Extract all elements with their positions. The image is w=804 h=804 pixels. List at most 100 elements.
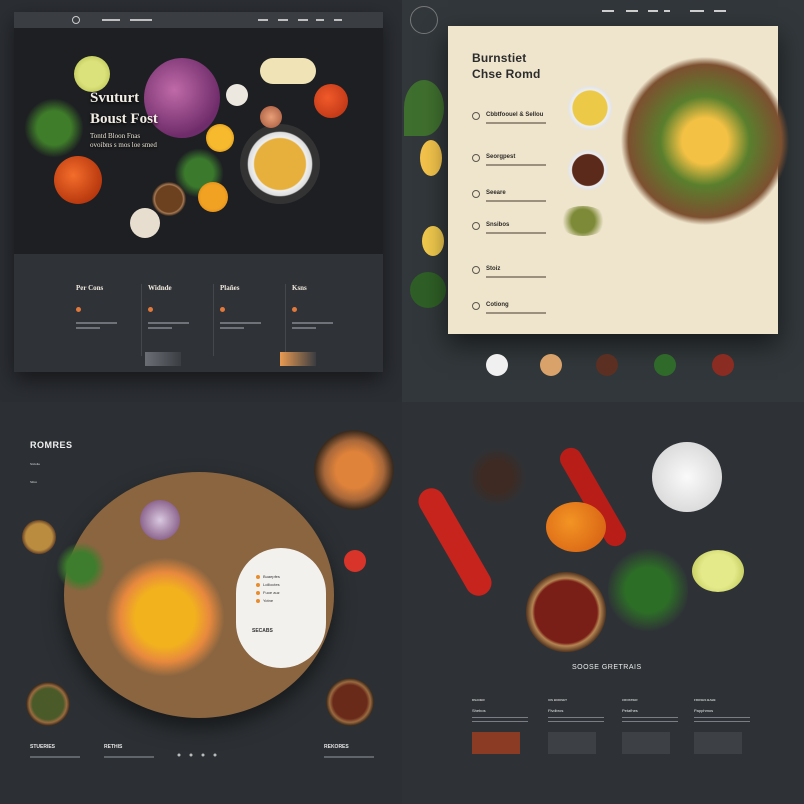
footer-column: CROSTIER Petafhes [622, 698, 692, 754]
garlic-image [226, 84, 248, 106]
panel-item-label: Buaepfes [263, 574, 280, 579]
spoon-icon [472, 112, 480, 120]
pepper-image [546, 502, 606, 552]
bullet-icon [148, 307, 153, 313]
pepper-powder-image [462, 442, 532, 512]
column-heading: CROSTIER [622, 698, 638, 702]
text-box[interactable] [622, 732, 670, 754]
ingredient-icon[interactable] [596, 354, 618, 376]
top-nav[interactable] [602, 8, 792, 14]
feature-column: Widnde [148, 284, 214, 356]
mockup-1: Svuturt Boust Fost Tontd Bloon Fnas ovoi… [0, 0, 402, 402]
tomato-image [344, 550, 366, 572]
spoon-icon [472, 190, 480, 198]
spice-bowl-image [526, 572, 606, 652]
footer-heading: RETHIS [104, 744, 123, 750]
text-line [220, 322, 262, 324]
nav-links[interactable] [102, 17, 232, 23]
column-title: Per Cons [76, 284, 104, 292]
side-link[interactable]: Stctolte [30, 462, 40, 466]
info-panel: Buaepfes Lollioctes Fuoe auz Yotne SECAB… [236, 548, 326, 668]
leaf-image [404, 80, 444, 136]
pagination-dots[interactable] [176, 752, 236, 758]
footer-heading: STUERIES [30, 744, 56, 750]
cta-button[interactable] [145, 352, 181, 366]
panel-item[interactable]: Yotne [256, 598, 273, 603]
column-text: Flvdbros [548, 708, 564, 713]
bullet-icon [256, 574, 260, 579]
card-title-line2: Chse Romd [472, 67, 541, 81]
hero-subtitle: Tontd Bloon Fnas ovoibns s mos loe smed [90, 132, 157, 150]
panel-item[interactable]: Buaepfes [256, 574, 280, 579]
spoon-icon [472, 266, 480, 274]
item-label: Seeare [486, 190, 506, 196]
onion-image [260, 106, 282, 128]
feature-column: Plañes [220, 284, 286, 356]
column-title: Widnde [148, 284, 172, 292]
salt-image [652, 442, 722, 512]
squash-image [260, 58, 316, 84]
sauce-bowl-image [568, 86, 612, 130]
spice-bowl-image [22, 520, 56, 554]
pepper-image [314, 84, 348, 118]
logo-icon[interactable] [72, 16, 80, 24]
lemon-image [206, 124, 234, 152]
spoon-icon [472, 302, 480, 310]
mockup-4: SOOSE GRETRAIS DSANER Shebos UIS BUDISET… [402, 402, 804, 804]
text-box[interactable] [694, 732, 742, 754]
item-label: Cotiong [486, 302, 509, 308]
bowl-image [310, 430, 398, 510]
column-title: Ksns [292, 284, 307, 292]
ingredient-icon[interactable] [486, 354, 508, 376]
board-image [620, 46, 790, 236]
panel-item[interactable]: Fuoe auz [256, 590, 280, 595]
page-title: ROMRES [30, 440, 73, 450]
text-line [148, 322, 190, 324]
hero-title-line1: Svuturt [90, 90, 140, 106]
panel-heading: SECABS [252, 628, 273, 634]
text-line [76, 327, 100, 329]
footer-heading: REKORES [324, 744, 349, 750]
column-heading: DSANER [472, 698, 485, 702]
footer-column: FROSES BABE Papphmos [694, 698, 764, 754]
recipe-card: Burnstiet Chse Romd Cbbtfoouel & Sellou … [448, 26, 790, 334]
bullet-icon [256, 582, 260, 587]
spice-bowl-image [152, 182, 186, 216]
column-heading: UIS BUDISET [548, 698, 568, 702]
feature-column: Ksns [292, 284, 357, 356]
tomato-image [54, 156, 102, 204]
ingredient-icon[interactable] [712, 354, 734, 376]
herbs-image [558, 206, 608, 236]
bowl-image [240, 124, 320, 204]
ingredient-icon[interactable] [540, 354, 562, 376]
lemon-image-2 [422, 226, 444, 256]
hero-title-line2: Boust Fost [90, 111, 158, 127]
card-title-line1: Burnstiet [472, 51, 527, 65]
text-line [30, 756, 80, 758]
text-line [104, 756, 154, 758]
hero-image: Svuturt Boust Fost Tontd Bloon Fnas ovoi… [14, 28, 383, 254]
section-headline: SOOSE GRETRAIS [572, 664, 642, 671]
item-label: Snsibos [486, 222, 510, 228]
panel-item[interactable]: Lollioctes [256, 582, 280, 587]
hero-sub-line1: Tontd Bloon Fnas [90, 132, 141, 140]
cta-button-accent[interactable] [280, 352, 316, 366]
text-box[interactable] [548, 732, 596, 754]
nav-links-right[interactable] [258, 17, 368, 23]
feature-column: Per Cons [76, 284, 142, 356]
basil-image [608, 540, 688, 640]
ingredient-icon[interactable] [654, 354, 676, 376]
column-text: Petafhes [622, 708, 638, 713]
hero-title: Svuturt Boust Fost [90, 88, 158, 130]
side-link[interactable]: Silico [30, 480, 37, 484]
bullet-icon [292, 307, 297, 313]
thumbnail[interactable] [472, 732, 520, 754]
column-title: Plañes [220, 284, 240, 292]
lime-image [692, 550, 744, 592]
orange-image [198, 182, 228, 212]
bullet-icon [76, 307, 81, 313]
logo-icon[interactable] [410, 6, 438, 34]
panel-item-label: Lollioctes [263, 582, 280, 587]
herbs-image [24, 98, 84, 158]
mockup-3: ROMRES Stctolte Silico Buaepfes Lollioct… [0, 402, 402, 804]
